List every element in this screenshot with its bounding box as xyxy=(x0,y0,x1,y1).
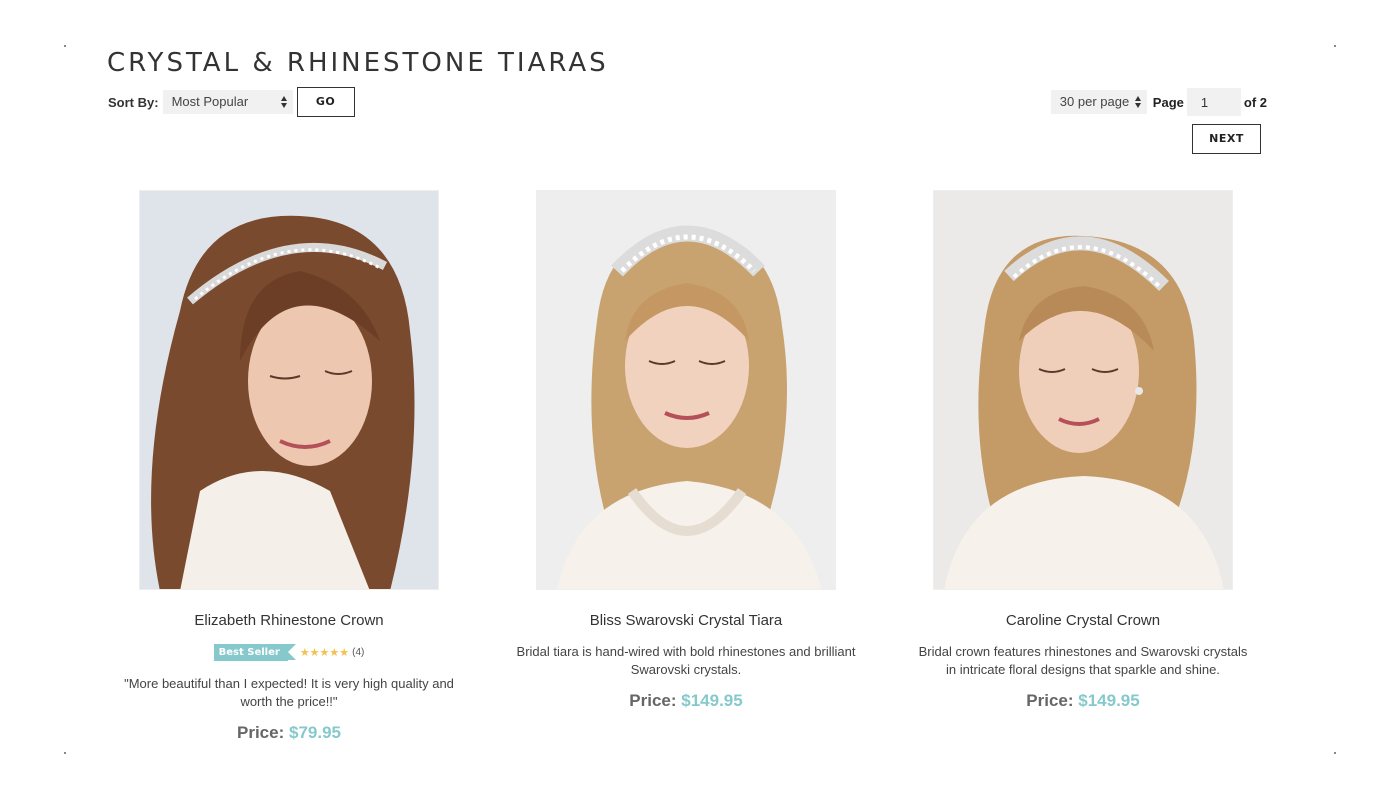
corner-dot xyxy=(64,45,66,47)
product-price: Price: $149.95 xyxy=(913,691,1253,711)
corner-dot xyxy=(1334,752,1336,754)
page-number-input[interactable] xyxy=(1186,88,1241,116)
product-image[interactable] xyxy=(139,190,439,590)
paging-bar: 30 per page Page of 2 xyxy=(1050,88,1267,116)
price-label: Price: xyxy=(237,723,285,742)
product-card: Caroline Crystal Crown Bridal crown feat… xyxy=(913,190,1253,711)
corner-dot xyxy=(1334,45,1336,47)
product-name[interactable]: Elizabeth Rhinestone Crown xyxy=(119,612,459,629)
product-image[interactable] xyxy=(933,190,1233,590)
per-page-select[interactable]: 30 per page xyxy=(1050,90,1147,114)
go-button[interactable]: GO xyxy=(296,87,355,117)
bride-photo-bliss xyxy=(537,191,835,589)
sort-bar: Sort By: Most Popular GO xyxy=(108,87,355,117)
select-arrows-icon xyxy=(281,95,288,109)
product-description: Bridal crown features rhinestones and Sw… xyxy=(918,644,1248,677)
corner-dot xyxy=(64,752,66,754)
price-amount: $149.95 xyxy=(1078,691,1140,710)
product-image[interactable] xyxy=(536,190,836,590)
price-amount: $149.95 xyxy=(681,691,743,710)
product-description: Bridal tiara is hand-wired with bold rhi… xyxy=(516,644,856,677)
bride-photo-elizabeth xyxy=(140,191,438,589)
next-page-button[interactable]: NEXT xyxy=(1192,124,1261,154)
rating-count[interactable]: (4) xyxy=(352,647,364,658)
page-label: Page xyxy=(1152,94,1184,110)
sort-by-label: Sort By: xyxy=(108,94,159,110)
product-name[interactable]: Bliss Swarovski Crystal Tiara xyxy=(516,612,856,629)
per-page-value: 30 per page xyxy=(1059,94,1130,109)
sort-select-value: Most Popular xyxy=(171,94,249,109)
price-amount: $79.95 xyxy=(288,723,341,742)
best-seller-badge: Best Seller xyxy=(213,643,297,661)
product-review: "More beautiful than I expected! It is v… xyxy=(124,676,454,709)
product-card: Bliss Swarovski Crystal Tiara Bridal tia… xyxy=(516,190,856,711)
rating-row: Best Seller ★★★★★ (4) xyxy=(119,643,459,661)
sort-select[interactable]: Most Popular xyxy=(162,90,293,114)
bride-photo-caroline xyxy=(934,191,1232,589)
price-label: Price: xyxy=(629,691,677,710)
product-price: Price: $79.95 xyxy=(119,723,459,743)
select-arrows-icon xyxy=(1135,95,1142,109)
product-price: Price: $149.95 xyxy=(516,691,856,711)
page-title: CRYSTAL & RHINESTONE TIARAS xyxy=(107,48,609,78)
page-total-label: of 2 xyxy=(1243,94,1267,110)
price-label: Price: xyxy=(1026,691,1074,710)
star-rating-icon: ★★★★★ xyxy=(299,646,350,659)
product-name[interactable]: Caroline Crystal Crown xyxy=(913,612,1253,629)
product-card: Elizabeth Rhinestone Crown Best Seller ★… xyxy=(119,190,459,743)
